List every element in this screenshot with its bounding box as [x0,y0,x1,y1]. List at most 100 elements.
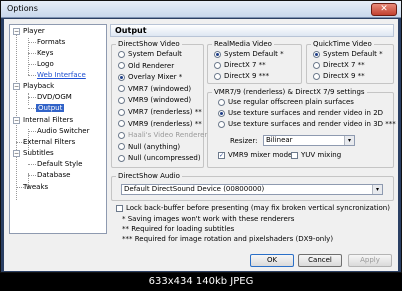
radio-button[interactable] [118,131,125,139]
qt-option[interactable]: System Default * [313,50,383,58]
radio-button[interactable] [118,96,125,104]
dsv-option[interactable]: Haali's Video Renderer [118,131,207,139]
lock-backbuffer-text: Lock back-buffer before presenting (may … [126,204,390,212]
dsv-option[interactable]: Old Renderer [118,62,174,70]
option-label: DirectX 9 *** [224,72,270,80]
qt-option[interactable]: DirectX 7 ** [313,61,365,69]
radio-button[interactable] [118,108,125,116]
tree-item-default-style[interactable]: Default Style [37,160,82,168]
radio-button[interactable] [118,62,125,70]
vmr9-mixer-box[interactable]: ✓ [218,151,225,159]
tree-item-dvd-ogm[interactable]: DVD/OGM [37,93,72,101]
rm-option[interactable]: DirectX 9 *** [214,72,269,80]
radio-button[interactable] [313,50,320,58]
radio-button[interactable] [218,120,225,128]
option-label: Old Renderer [128,61,175,70]
collapse-internal-filters-icon[interactable]: − [13,117,20,124]
option-label: Use texture surfaces and render video in… [228,109,384,117]
qt-option[interactable]: DirectX 9 ** [313,72,365,80]
option-label: Null (anything) [128,142,181,151]
audio-device-select[interactable]: Default DirectSound Device (00800000) ▾ [121,184,383,195]
radio-button[interactable] [214,61,221,69]
dsv-option[interactable]: VMR7 (renderless) ** [118,108,202,116]
ok-button[interactable]: OK [250,254,294,267]
cancel-button[interactable]: Cancel [298,254,342,267]
tree-item-formats[interactable]: Formats [37,38,65,46]
dsv-option[interactable]: Null (anything) [118,143,180,151]
option-label: Use texture surfaces and render video in… [228,120,396,128]
radio-button[interactable] [214,50,221,58]
tree-item-keys[interactable]: Keys [37,49,53,57]
options-tree[interactable]: − Player Formats Keys Logo Web Interface… [9,24,107,234]
resizer-label: Resizer: [230,137,258,145]
audio-device-value: Default DirectSound Device (00800000) [124,185,265,193]
option-label: DirectX 7 ** [323,61,365,69]
option-label: VMR7 (windowed) [128,84,192,93]
dsv-option[interactable]: VMR7 (windowed) [118,85,191,93]
radio-button[interactable] [118,120,125,128]
vmr9-mixer-checkbox[interactable]: ✓ VMR9 mixer mode [218,151,292,159]
yuv-mixing-text: YUV mixing [301,151,342,159]
note-saving-images: * Saving images won't work with these re… [122,215,295,223]
radio-button[interactable] [118,85,125,93]
page-title: Output [115,26,147,35]
dsv-option[interactable]: VMR9 (renderless) ** [118,120,202,128]
vmr-option[interactable]: Use texture surfaces and render video in… [218,109,383,117]
collapse-subtitles-icon[interactable]: − [13,150,20,157]
vmr9-mixer-text: VMR9 mixer mode [228,151,293,159]
radio-button[interactable] [313,72,320,80]
dsv-option[interactable]: Null (uncompressed) [118,154,201,162]
title-bar[interactable]: Options ✕ [1,1,401,18]
tree-item-web-interface[interactable]: Web Interface [37,71,86,79]
dsv-option[interactable]: Overlay Mixer * [118,73,182,81]
directshow-video-group: DirectShow Video System Default Old Rende… [111,40,207,168]
dsv-option[interactable]: VMR9 (windowed) [118,96,191,104]
tree-item-audio-switcher[interactable]: Audio Switcher [37,127,89,135]
tree-item-player[interactable]: Player [23,27,45,35]
collapse-player-icon[interactable]: − [13,28,20,35]
vmr-option[interactable]: Use regular offscreen plain surfaces [218,98,354,106]
close-button[interactable]: ✕ [371,3,397,16]
collapse-playback-icon[interactable]: − [13,83,20,90]
rm-option[interactable]: System Default * [214,50,284,58]
tree-item-playback[interactable]: Playback [23,82,54,90]
vmr-option[interactable]: Use texture surfaces and render video in… [218,120,396,128]
radio-button[interactable] [118,50,125,58]
yuv-mixing-box[interactable] [291,151,298,159]
options-window: Options ✕ − Player Formats Keys Logo Web… [0,0,402,273]
image-status-bar: 633x434 140kb JPEG [0,273,402,291]
option-label: System Default [128,50,182,58]
radio-button[interactable] [118,154,125,162]
option-label: DirectX 9 ** [323,72,365,80]
radio-button[interactable] [214,72,221,80]
window-title: Options [7,4,38,13]
page-header: Output [110,24,394,37]
tree-item-subtitles[interactable]: Subtitles [23,149,54,157]
tree-item-external-filters[interactable]: External Filters [23,138,75,146]
resizer-value: Bilinear [266,136,293,144]
radio-button[interactable] [118,73,125,81]
tree-item-internal-filters[interactable]: Internal Filters [23,116,73,124]
quicktime-video-group: QuickTime Video System Default * DirectX … [306,40,394,84]
dialog-client-area: − Player Formats Keys Logo Web Interface… [4,19,398,271]
lock-backbuffer-box[interactable] [116,204,123,212]
quicktime-video-label: QuickTime Video [311,40,374,48]
tree-item-output[interactable]: Output [36,104,65,112]
apply-button[interactable]: Apply [348,254,392,267]
lock-backbuffer-checkbox[interactable]: Lock back-buffer before presenting (may … [116,204,390,212]
dsv-option[interactable]: System Default [118,50,182,58]
yuv-mixing-checkbox[interactable]: YUV mixing [291,151,341,159]
radio-button[interactable] [118,143,125,151]
radio-button[interactable] [218,98,225,106]
tree-item-database[interactable]: Database [37,171,70,179]
resizer-select[interactable]: Bilinear ▾ [263,135,355,146]
note-subtitles: ** Required for loading subtitles [122,225,235,233]
option-label: VMR9 (windowed) [128,96,192,105]
note-rotation: *** Required for image rotation and pixe… [122,235,334,243]
tree-item-logo[interactable]: Logo [37,60,54,68]
tree-item-tweaks[interactable]: Tweaks [23,183,48,191]
vmr-settings-label: VMR7/9 (renderless) & DirectX 7/9 settin… [212,88,367,96]
radio-button[interactable] [218,109,225,117]
radio-button[interactable] [313,61,320,69]
rm-option[interactable]: DirectX 7 ** [214,61,266,69]
